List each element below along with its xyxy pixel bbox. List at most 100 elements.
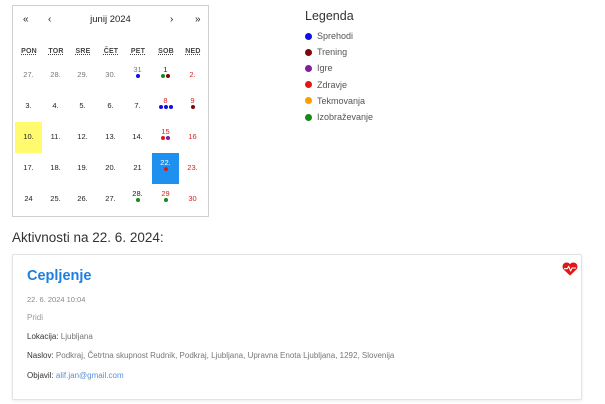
day-number: 24 (24, 194, 33, 203)
day-cell[interactable]: 26. (69, 184, 96, 215)
day-number: 3. (25, 101, 32, 110)
day-cell[interactable]: 13. (97, 122, 124, 153)
day-number: 18. (50, 163, 61, 172)
day-cell[interactable]: 30. (97, 60, 124, 91)
legend-dot (305, 48, 312, 56)
day-number: 22. (160, 158, 171, 167)
calendar-month-label[interactable]: junij 2024 (13, 14, 208, 25)
day-cell[interactable]: 18. (42, 153, 69, 184)
day-cell-today[interactable]: 10. (15, 122, 42, 153)
day-cell[interactable]: 9 (179, 91, 206, 122)
day-cell[interactable]: 29 (152, 184, 179, 215)
day-cell[interactable]: 23. (179, 153, 206, 184)
legend-label: Izobraževanje (317, 112, 374, 123)
day-number: 14. (132, 132, 143, 141)
legend-label: Tekmovanja (317, 95, 366, 106)
day-cell[interactable]: 11. (42, 122, 69, 153)
day-cell[interactable]: 6. (97, 91, 124, 122)
day-cell[interactable]: 30 (179, 184, 206, 215)
day-cell[interactable]: 19. (69, 153, 96, 184)
event-dots (152, 167, 179, 171)
legend-dot (305, 32, 312, 40)
weekday-label: SOB (158, 48, 174, 55)
day-number: 21 (133, 163, 142, 172)
event-dots (179, 105, 206, 109)
day-number: 5. (79, 101, 86, 110)
day-cell[interactable]: 20. (97, 153, 124, 184)
day-cell[interactable]: 4. (42, 91, 69, 122)
address-value: Podkraj, Četrtna skupnost Rudnik, Podkra… (53, 351, 395, 360)
day-number: 12. (77, 132, 88, 141)
location-value: Ljubljana (58, 332, 93, 341)
event-dot-izobrazevanje (163, 198, 168, 202)
heart-pulse-icon[interactable] (562, 262, 578, 276)
legend-item-tekmovanja: Tekmovanja (305, 93, 373, 109)
day-cell[interactable]: 17. (15, 153, 42, 184)
day-cell[interactable]: 7. (124, 91, 151, 122)
day-number: 28. (132, 189, 143, 198)
legend-item-izobrazevanje: Izobraževanje (305, 109, 373, 125)
event-dot-zdravje (163, 167, 168, 171)
legend-label: Igre (317, 63, 333, 74)
day-number: 26. (77, 194, 88, 203)
day-cell[interactable]: 27. (97, 184, 124, 215)
event-dots (152, 136, 179, 140)
event-dot-zdravje (161, 136, 165, 140)
day-cell-selected[interactable]: 22. (152, 153, 179, 184)
next-month-button[interactable]: › (170, 14, 173, 25)
day-number: 16 (188, 132, 197, 141)
day-number: 23. (187, 163, 198, 172)
event-dots (152, 105, 179, 109)
day-number: 31 (133, 65, 142, 74)
day-cell[interactable]: 8 (152, 91, 179, 122)
legend-label: Zdravje (317, 79, 348, 90)
day-cell[interactable]: 28. (124, 184, 151, 215)
calendar: « ‹ junij 2024 › » PON TOR SRE ČET PET SOB NED… (12, 5, 209, 217)
day-number: 27. (23, 70, 34, 79)
day-number: 9 (190, 96, 195, 105)
weekday-label: TOR (48, 48, 64, 55)
day-cell[interactable]: 15 (152, 122, 179, 153)
author-email-link[interactable]: alif.jan@gmail.com (56, 371, 124, 380)
weekday-label: ČET (103, 48, 119, 55)
activity-datetime: 22. 6. 2024 10:04 (27, 295, 86, 304)
day-cell[interactable]: 25. (42, 184, 69, 215)
event-dot-igre (166, 136, 170, 140)
event-dot-sprehodi (158, 105, 163, 109)
day-cell[interactable]: 24 (15, 184, 42, 215)
location-label: Lokacija: (27, 332, 59, 341)
event-dot-izobrazevanje (161, 74, 165, 78)
day-cell[interactable]: 29. (69, 60, 96, 91)
event-dots (124, 74, 151, 78)
day-cell[interactable]: 14. (124, 122, 151, 153)
event-dots (152, 198, 179, 202)
day-number: 4. (52, 101, 59, 110)
day-cell[interactable]: 2. (179, 60, 206, 91)
legend-dot (305, 113, 312, 121)
day-cell[interactable]: 28. (42, 60, 69, 91)
legend-list: Sprehodi Trening Igre Zdravje Tekmovanja Izob… (305, 28, 373, 125)
weekday-header: PON TOR SRE ČET PET SOB NED (13, 48, 208, 60)
day-number: 15 (161, 127, 170, 136)
day-cell[interactable]: 27. (15, 60, 42, 91)
event-dot-sprehodi (163, 105, 168, 109)
day-cell[interactable]: 5. (69, 91, 96, 122)
event-dot-sprehodi (135, 74, 140, 78)
day-number: 30 (188, 194, 197, 203)
day-number: 25. (50, 194, 61, 203)
day-cell[interactable]: 3. (15, 91, 42, 122)
activity-title[interactable]: Cepljenje (27, 268, 91, 284)
day-number: 29. (77, 70, 88, 79)
calendar-header: « ‹ junij 2024 › » (13, 6, 208, 36)
day-cell[interactable]: 16 (179, 122, 206, 153)
legend-item-trening: Trening (305, 44, 373, 60)
day-cell[interactable]: 31 (124, 60, 151, 91)
day-number: 20. (105, 163, 116, 172)
legend-title: Legenda (305, 9, 354, 23)
day-cell[interactable]: 1 (152, 60, 179, 91)
day-cell[interactable]: 12. (69, 122, 96, 153)
day-cell[interactable]: 21 (124, 153, 151, 184)
legend-label: Trening (317, 47, 348, 58)
next-year-button[interactable]: » (195, 14, 201, 25)
legend-dot (305, 81, 312, 89)
